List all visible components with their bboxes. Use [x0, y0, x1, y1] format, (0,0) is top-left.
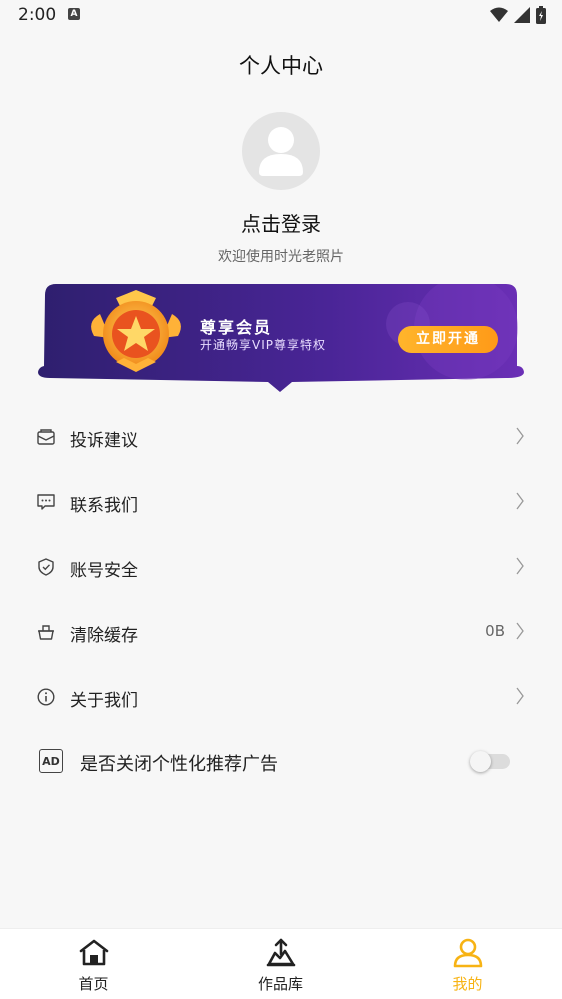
user-icon	[453, 938, 482, 968]
chevron-right-icon	[516, 427, 524, 445]
menu-label-feedback: 投诉建议	[70, 431, 138, 451]
signal-icon	[514, 7, 530, 23]
ad-icon: AD	[39, 749, 63, 773]
bottom-nav: 首页 作品库 我的	[0, 928, 562, 999]
login-link[interactable]: 点击登录	[0, 208, 562, 237]
nav-label-mine: 我的	[452, 975, 483, 993]
ad-toggle-switch[interactable]	[470, 751, 512, 772]
nav-label-gallery: 作品库	[257, 975, 303, 993]
notification-icon: A	[68, 8, 80, 20]
page-title: 个人中心	[239, 54, 323, 78]
chat-icon	[37, 494, 55, 510]
vip-activate-button[interactable]: 立即开通	[398, 326, 498, 353]
mail-icon	[37, 429, 55, 445]
vip-subtitle: 开通畅享VIP尊享特权	[200, 338, 326, 352]
welcome-text: 欢迎使用时光老照片	[218, 249, 344, 265]
shield-icon	[38, 558, 54, 576]
menu-item-feedback[interactable]: 投诉建议	[0, 406, 562, 470]
nav-tab-home[interactable]: 首页	[0, 929, 187, 999]
user-placeholder-icon	[259, 127, 303, 176]
status-bar: 2:00 A	[0, 0, 562, 32]
menu-label-account-security: 账号安全	[70, 561, 138, 581]
chevron-right-icon	[516, 622, 524, 640]
menu-item-account-security[interactable]: 账号安全	[0, 536, 562, 600]
gallery-upload-icon	[266, 938, 295, 967]
status-icons	[490, 6, 546, 24]
profile-screen: 2:00 A 个人中心 点击登录 欢迎使用时光老照片 尊享会员 开通畅享VIP尊…	[0, 0, 562, 999]
menu-item-ad-personalization: AD 是否关闭个性化推荐广告	[0, 731, 562, 795]
info-icon	[37, 688, 55, 706]
toggle-knob	[470, 751, 491, 772]
menu-label-about: 关于我们	[70, 691, 138, 711]
ad-toggle-label: 是否关闭个性化推荐广告	[80, 754, 278, 775]
wifi-icon	[490, 7, 508, 22]
cache-size-value: 0B	[485, 622, 505, 640]
basket-icon	[38, 625, 54, 640]
chevron-right-icon	[516, 557, 524, 575]
menu-label-contact: 联系我们	[70, 496, 138, 516]
menu-item-about[interactable]: 关于我们	[0, 666, 562, 730]
menu-label-clear-cache: 清除缓存	[70, 626, 138, 646]
nav-tab-gallery[interactable]: 作品库	[187, 929, 374, 999]
home-icon	[79, 939, 108, 966]
chevron-right-icon	[516, 687, 524, 705]
avatar[interactable]	[242, 112, 320, 190]
nav-tab-mine[interactable]: 我的	[374, 929, 561, 999]
status-time: 2:00	[18, 5, 57, 25]
chevron-right-icon	[516, 492, 524, 510]
battery-icon	[536, 6, 546, 24]
menu-item-contact[interactable]: 联系我们	[0, 471, 562, 535]
vip-title: 尊享会员	[200, 318, 273, 337]
nav-label-home: 首页	[78, 975, 109, 993]
menu-item-clear-cache[interactable]: 清除缓存 0B	[0, 601, 562, 665]
